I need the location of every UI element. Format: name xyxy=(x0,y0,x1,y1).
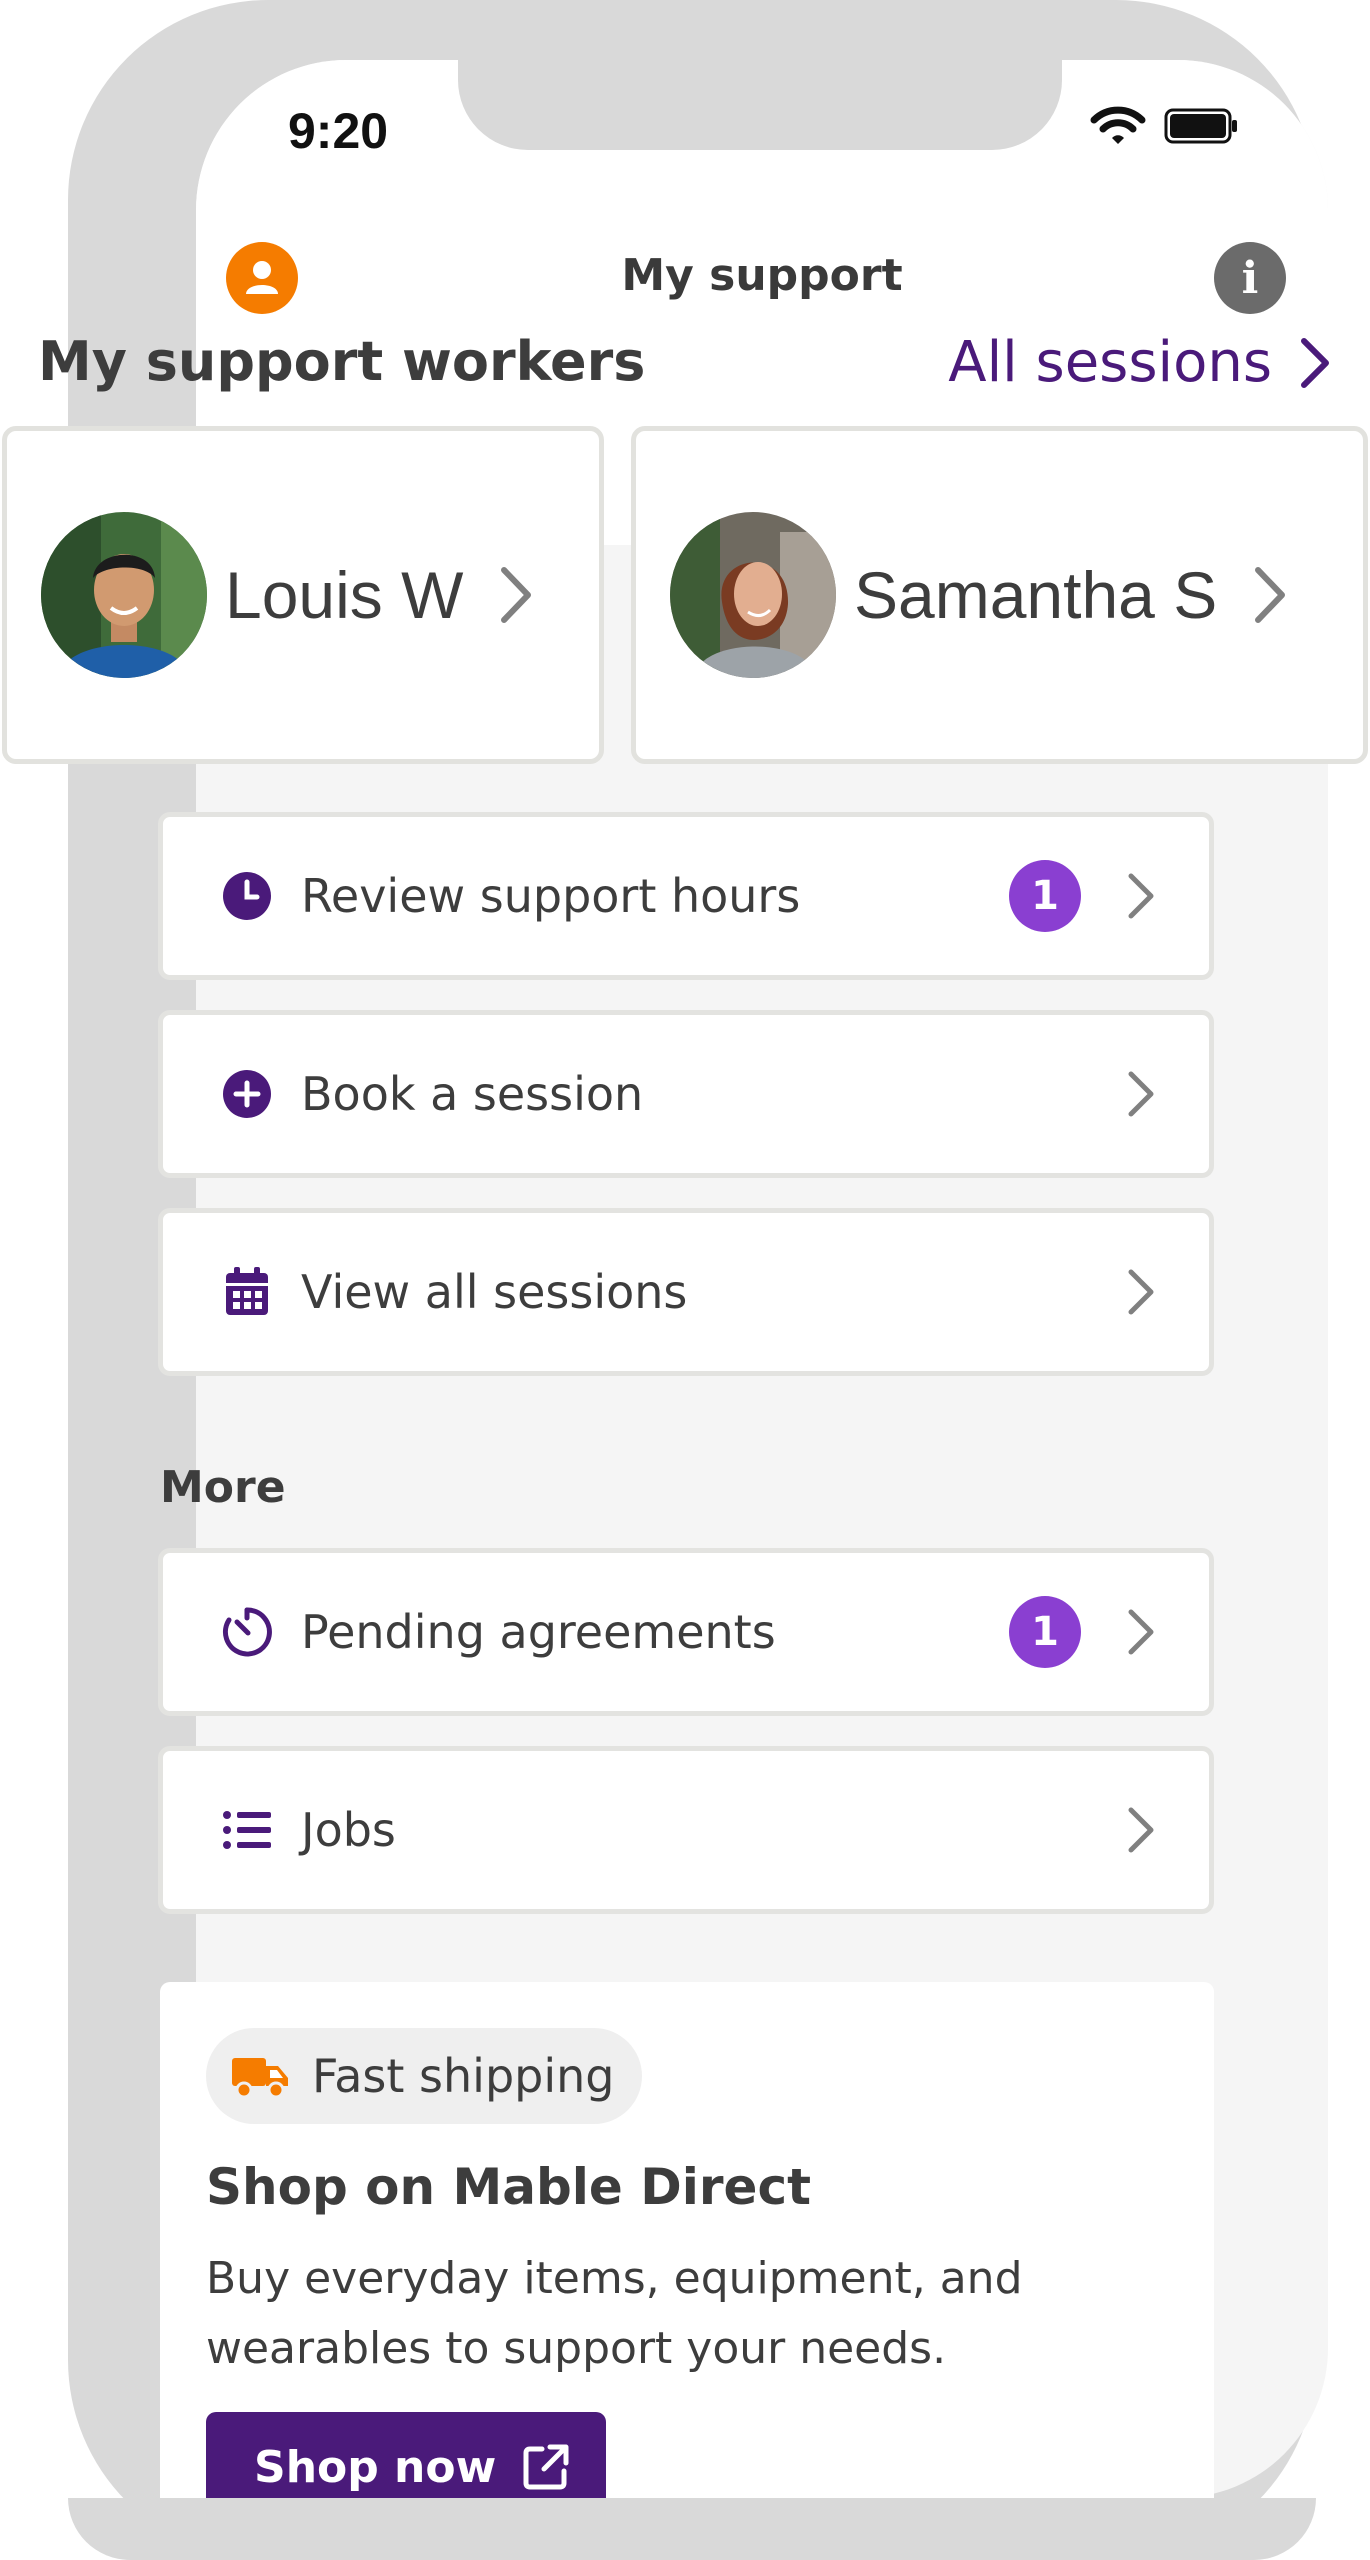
jobs-item[interactable]: Jobs xyxy=(158,1746,1214,1914)
phone-frame-bottom xyxy=(68,2498,1316,2560)
worker-card-louis[interactable]: Louis W xyxy=(2,426,604,764)
item-label: Pending agreements xyxy=(301,1605,776,1659)
pending-agreements-item[interactable]: Pending agreements 1 xyxy=(158,1548,1214,1716)
all-sessions-label: All sessions xyxy=(948,330,1272,395)
chevron-right-icon xyxy=(501,567,532,623)
status-time: 9:20 xyxy=(288,103,389,159)
nav-bar: My support i xyxy=(196,210,1328,330)
clock-icon xyxy=(219,868,275,924)
battery-icon xyxy=(1164,108,1237,144)
chevron-right-icon xyxy=(1128,1269,1154,1315)
shop-promo-card: Fast shipping Shop on Mable Direct Buy e… xyxy=(160,1982,1214,2522)
more-section-title: More xyxy=(160,1462,286,1513)
item-label: Review support hours xyxy=(301,869,801,923)
item-label: View all sessions xyxy=(301,1265,688,1319)
support-workers-header: My support workers All sessions xyxy=(38,330,1330,400)
worker-name: Samantha S xyxy=(854,558,1218,632)
book-session-item[interactable]: Book a session xyxy=(158,1010,1214,1178)
shop-title: Shop on Mable Direct xyxy=(206,2158,812,2216)
chevron-right-icon xyxy=(1301,337,1329,388)
truck-icon xyxy=(232,2058,288,2099)
plus-circle-icon xyxy=(219,1066,275,1122)
info-button[interactable]: i xyxy=(1214,242,1286,314)
wifi-icon xyxy=(1090,106,1146,144)
chevron-right-icon xyxy=(1128,1807,1154,1853)
notch xyxy=(458,0,1062,150)
chevron-right-icon xyxy=(1255,567,1286,623)
chevron-right-icon xyxy=(1128,1609,1154,1655)
fast-shipping-pill: Fast shipping xyxy=(206,2028,643,2124)
calendar-icon xyxy=(219,1264,275,1320)
list-icon xyxy=(219,1802,275,1858)
item-label: Book a session xyxy=(301,1067,644,1121)
all-sessions-link[interactable]: All sessions xyxy=(948,330,1330,395)
external-link-icon xyxy=(523,2444,569,2490)
info-icon: i xyxy=(1241,252,1259,304)
worker-avatar xyxy=(41,512,207,678)
chevron-right-icon xyxy=(1128,873,1154,919)
item-label: Jobs xyxy=(301,1803,396,1857)
view-all-sessions-item[interactable]: View all sessions xyxy=(158,1208,1214,1376)
timer-icon xyxy=(219,1604,275,1660)
pill-label: Fast shipping xyxy=(312,2049,615,2103)
button-label: Shop now xyxy=(254,2441,497,2493)
notification-badge: 1 xyxy=(1009,1596,1081,1668)
worker-avatar xyxy=(670,512,836,678)
worker-card-samantha[interactable]: Samantha S xyxy=(631,426,1368,764)
page-title: My support xyxy=(621,250,903,301)
status-icons xyxy=(1090,106,1240,146)
review-support-hours-item[interactable]: Review support hours 1 xyxy=(158,812,1214,980)
notification-badge: 1 xyxy=(1009,860,1081,932)
chevron-right-icon xyxy=(1128,1071,1154,1117)
shop-description: Buy everyday items, equipment, and weara… xyxy=(206,2253,1023,2374)
worker-name: Louis W xyxy=(225,558,464,632)
section-title: My support workers xyxy=(38,330,646,393)
